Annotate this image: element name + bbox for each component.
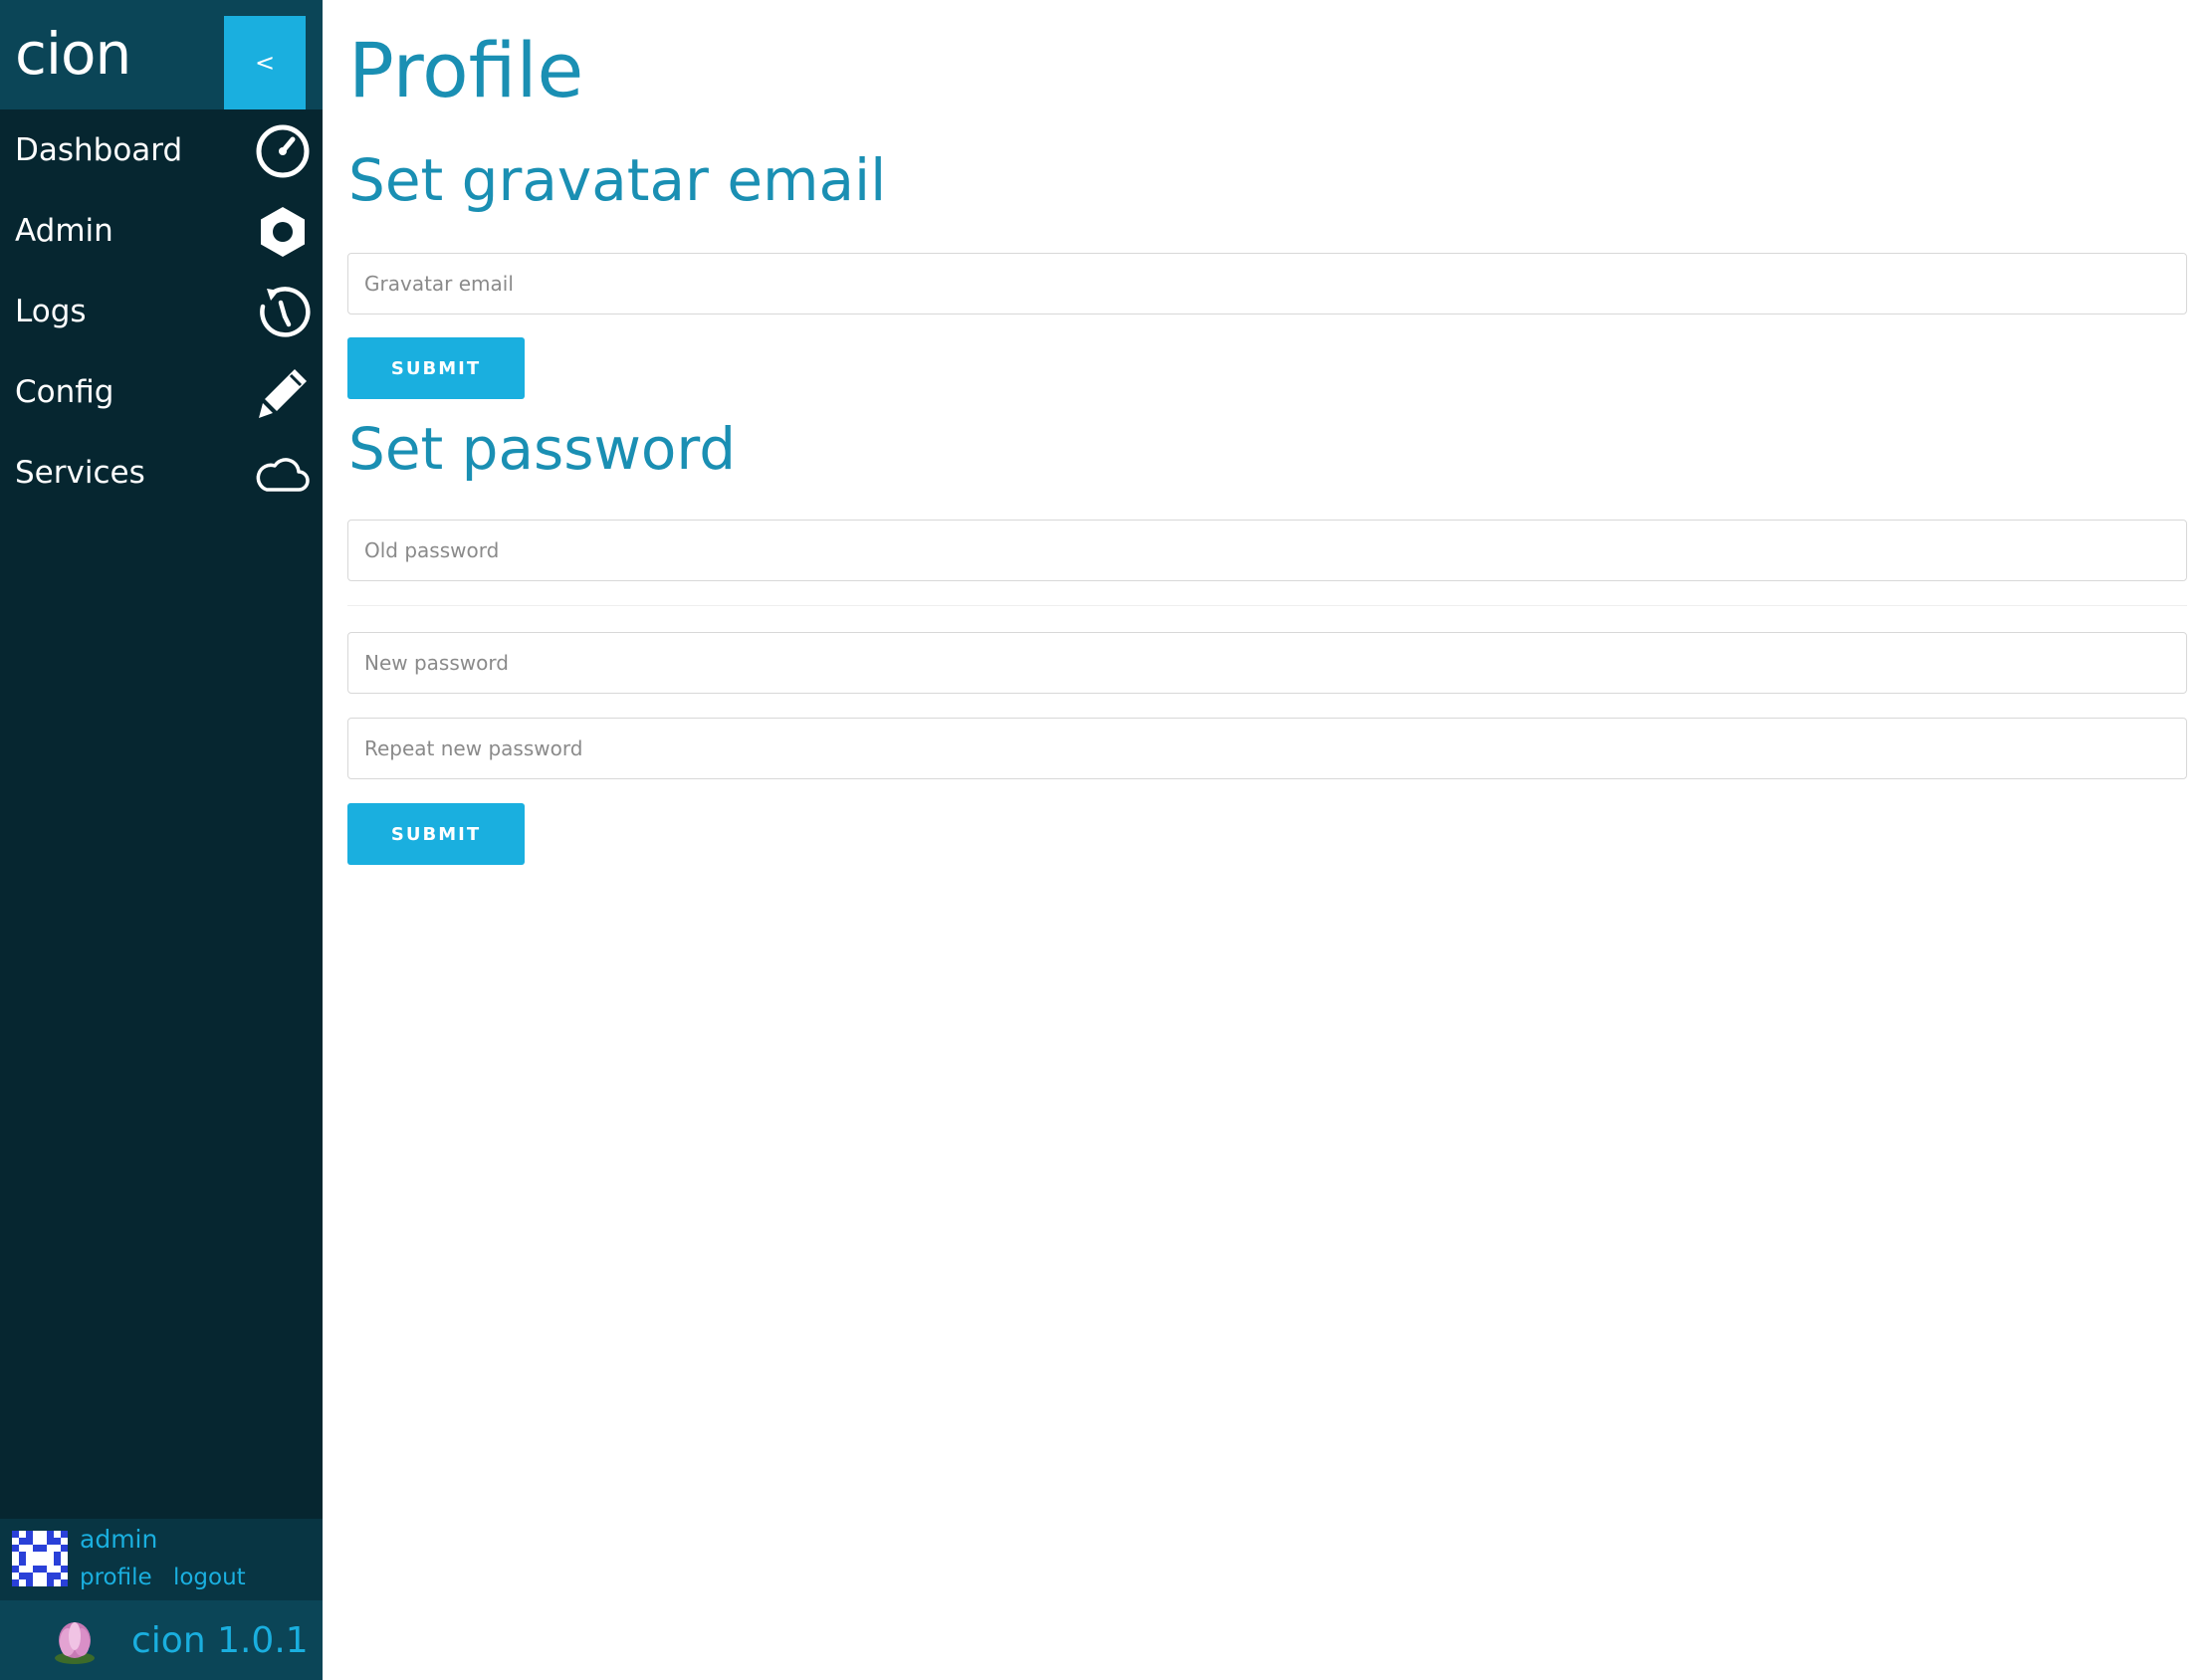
brand-name: cion bbox=[15, 20, 131, 88]
lotus-logo-icon bbox=[50, 1614, 100, 1666]
sidebar-item-label: Logs bbox=[15, 294, 87, 329]
brand-bar: cion < bbox=[0, 0, 323, 109]
user-box: admin profile logout bbox=[0, 1519, 323, 1600]
password-submit-button[interactable]: SUBMIT bbox=[347, 803, 525, 865]
history-icon bbox=[255, 285, 311, 340]
gravatar-email-field[interactable] bbox=[347, 253, 2187, 315]
divider bbox=[347, 605, 2187, 606]
sidebar-item-config[interactable]: Config bbox=[0, 351, 323, 432]
sidebar-item-label: Services bbox=[15, 455, 145, 491]
sidebar-item-services[interactable]: Services bbox=[0, 432, 323, 513]
collapse-sidebar-button[interactable]: < bbox=[224, 16, 306, 109]
hexagon-icon bbox=[255, 204, 311, 260]
user-links: profile logout bbox=[80, 1563, 260, 1592]
old-password-field[interactable] bbox=[347, 520, 2187, 581]
main-content: Profile Set gravatar email SUBMIT Set pa… bbox=[323, 0, 2208, 1680]
user-name: admin bbox=[80, 1525, 158, 1554]
cloud-icon bbox=[255, 446, 311, 502]
page-title: Profile bbox=[348, 26, 584, 114]
gravatar-submit-button[interactable]: SUBMIT bbox=[347, 337, 525, 399]
sidebar-item-dashboard[interactable]: Dashboard bbox=[0, 109, 323, 190]
profile-link[interactable]: profile bbox=[80, 1565, 152, 1590]
avatar[interactable] bbox=[12, 1531, 68, 1586]
sidebar-item-label: Config bbox=[15, 374, 114, 410]
sidebar-item-label: Dashboard bbox=[15, 132, 183, 168]
version-label: cion 1.0.1 bbox=[131, 1620, 309, 1661]
version-bar: cion 1.0.1 bbox=[0, 1600, 323, 1680]
pencil-icon bbox=[255, 365, 311, 421]
sidebar: cion < Dashboard Admin Logs Config Servi… bbox=[0, 0, 323, 1680]
sidebar-item-logs[interactable]: Logs bbox=[0, 271, 323, 351]
sidebar-item-admin[interactable]: Admin bbox=[0, 190, 323, 271]
gravatar-section-heading: Set gravatar email bbox=[348, 146, 887, 214]
sidebar-item-label: Admin bbox=[15, 213, 113, 249]
new-password-field[interactable] bbox=[347, 632, 2187, 694]
password-section-heading: Set password bbox=[348, 415, 737, 483]
sidebar-nav: Dashboard Admin Logs Config Services bbox=[0, 109, 323, 513]
repeat-password-field[interactable] bbox=[347, 718, 2187, 779]
logout-link[interactable]: logout bbox=[173, 1565, 246, 1590]
dashboard-gauge-icon bbox=[255, 123, 311, 179]
